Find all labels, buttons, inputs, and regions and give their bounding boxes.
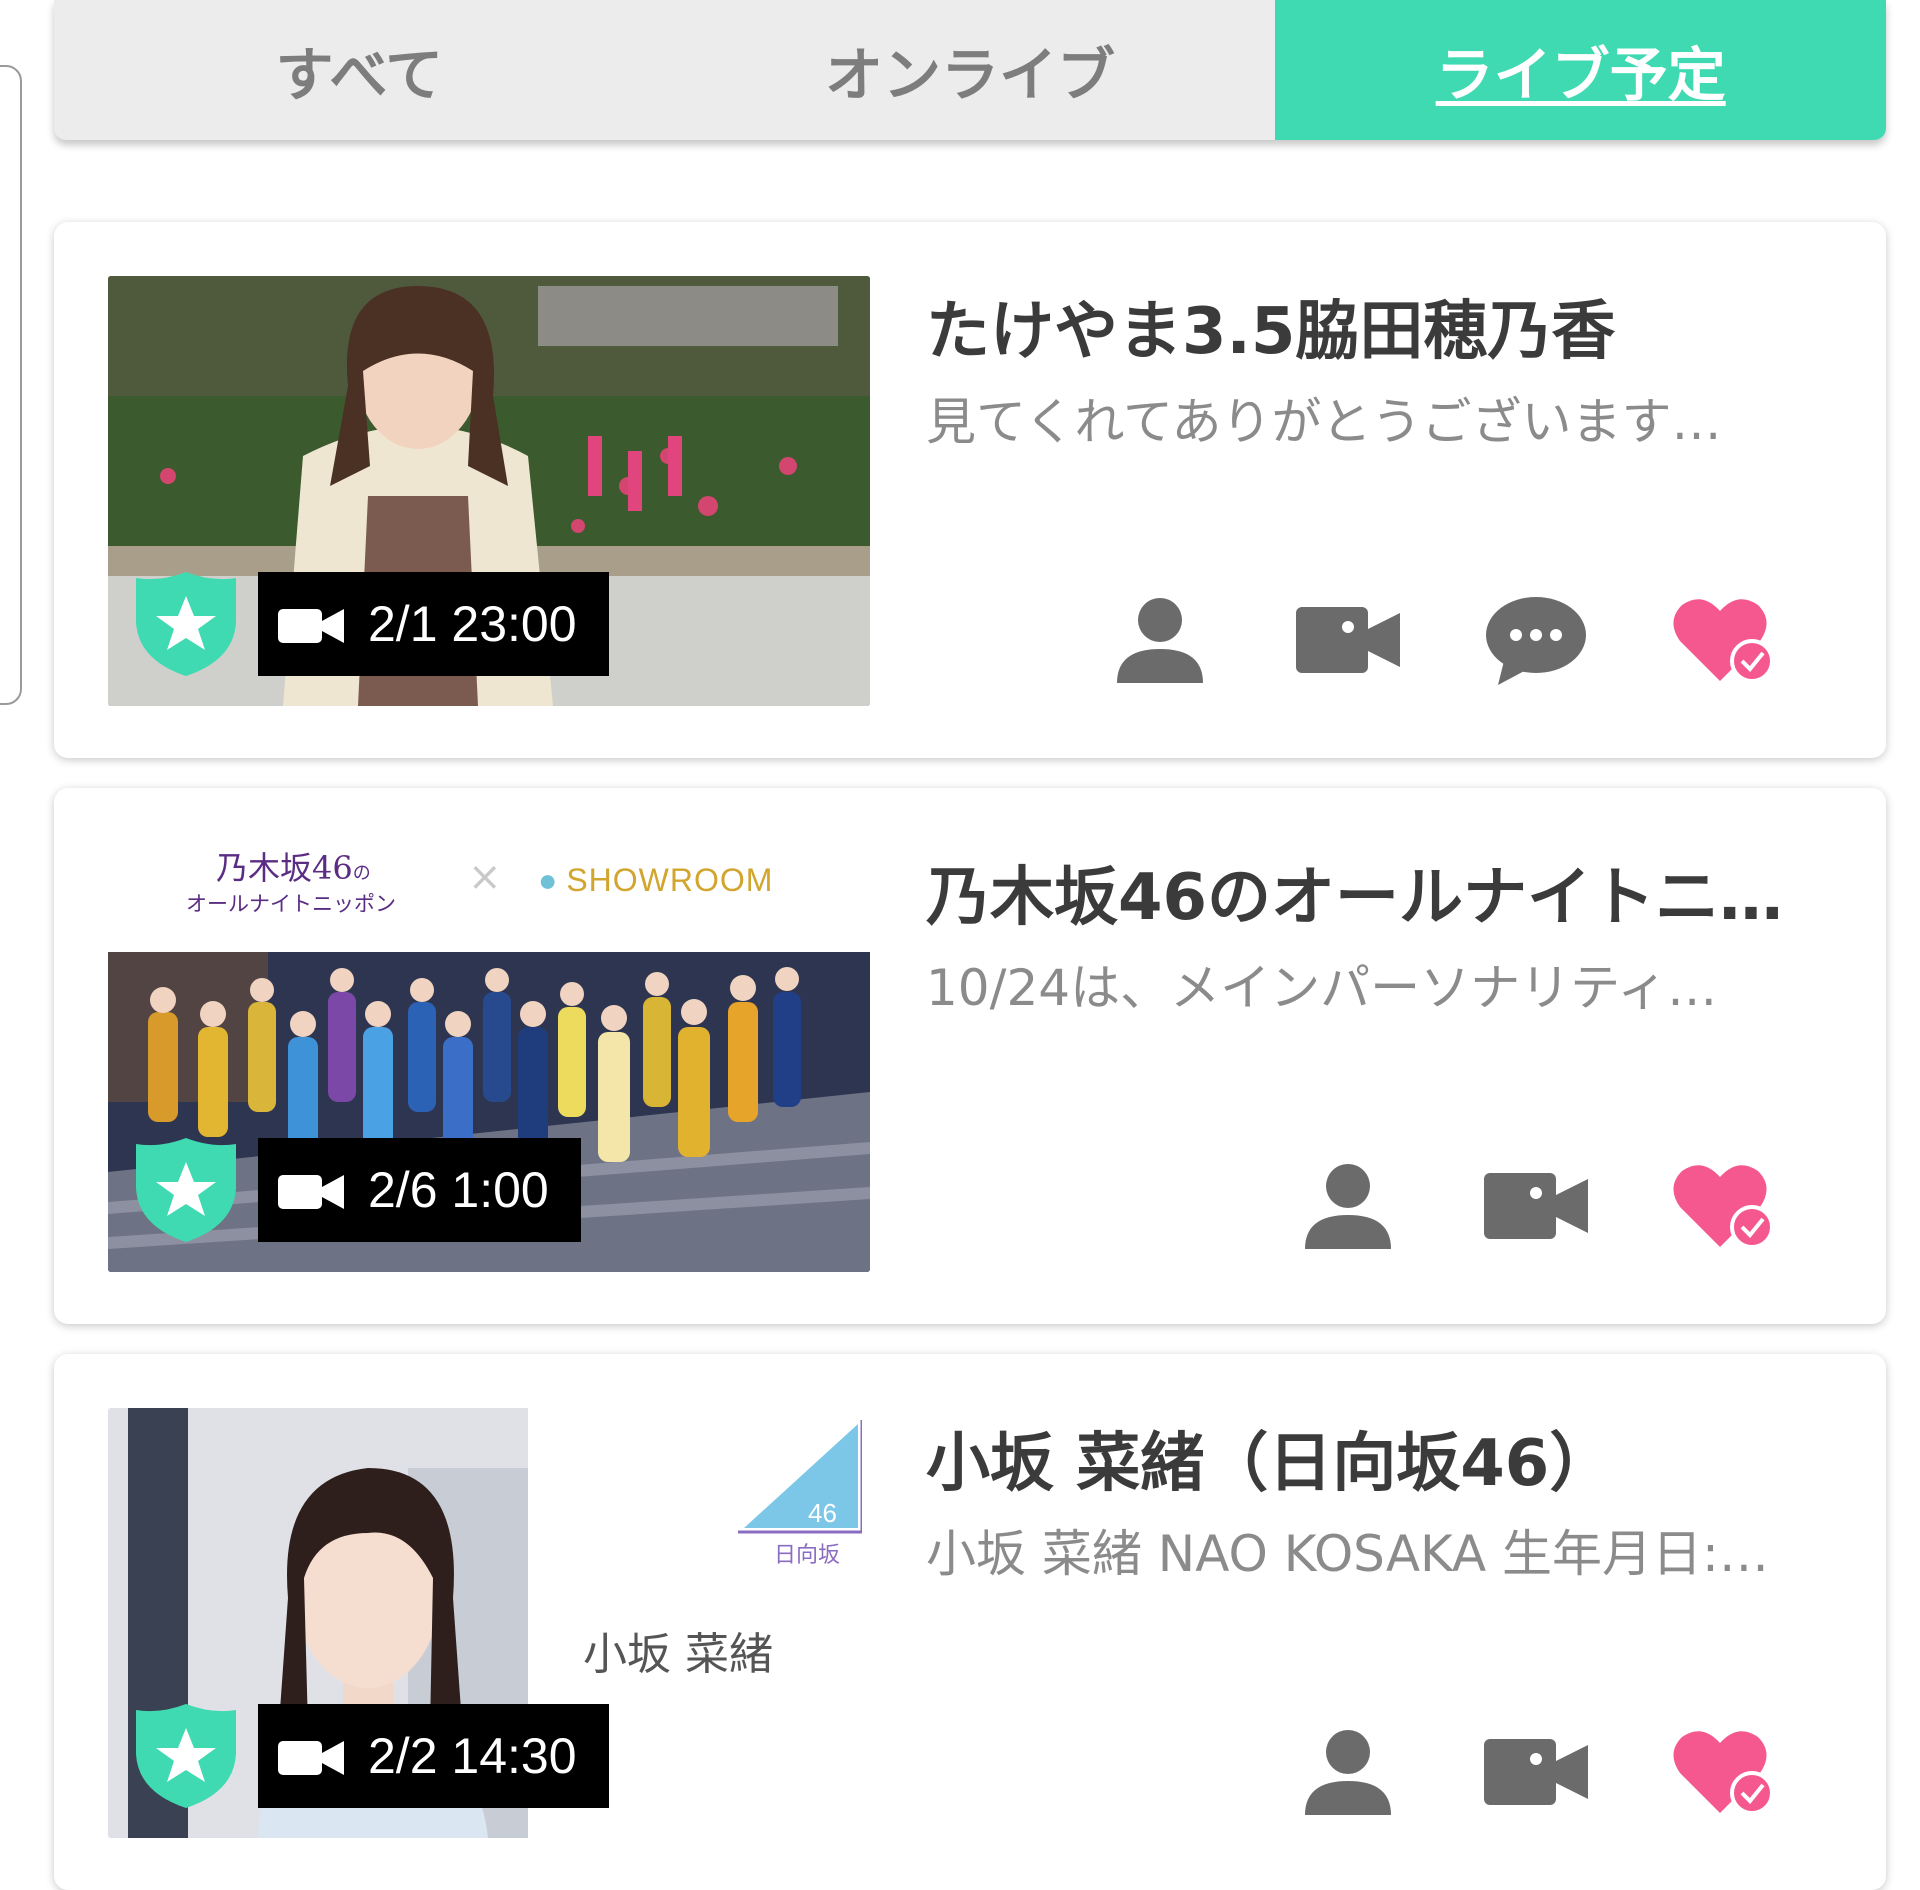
video-camera-icon bbox=[278, 1175, 344, 1209]
card-title[interactable]: 乃木坂46のオールナイトニ… bbox=[926, 846, 1836, 938]
profile-button[interactable] bbox=[1066, 594, 1254, 686]
thumbnail-image[interactable]: 2/1 23:00 bbox=[108, 276, 870, 706]
card-description: 小坂 菜緒 NAO KOSAKA 生年月日:… bbox=[926, 1525, 1769, 1583]
cross-mark: × bbox=[468, 854, 502, 900]
favorite-button[interactable] bbox=[1630, 1160, 1818, 1252]
photo-caption: 小坂 菜緒 bbox=[583, 1629, 773, 1680]
tab-on-live[interactable]: オンライブ bbox=[665, 0, 1276, 140]
favorite-button[interactable] bbox=[1630, 1726, 1818, 1818]
thumbnail-image[interactable]: 小坂 菜緒 46 日向坂 2/2 14:30 bbox=[108, 1408, 870, 1838]
schedule-badge: 2/2 14:30 bbox=[258, 1704, 609, 1808]
heart-check-icon bbox=[1673, 1731, 1774, 1815]
showroom-logo: ● SHOWROOM bbox=[538, 862, 774, 898]
profile-button[interactable] bbox=[1254, 1160, 1442, 1252]
schedule-badge: 2/1 23:00 bbox=[258, 572, 609, 676]
person-icon bbox=[1305, 1730, 1391, 1815]
live-card[interactable]: 小坂 菜緒 46 日向坂 2/2 14:30 小坂 菜緒（日向坂46） 小坂 菜… bbox=[54, 1354, 1886, 1890]
tab-bar: すべて オンライブ ライブ予定 bbox=[54, 0, 1886, 140]
person-icon bbox=[1117, 598, 1203, 683]
person-icon bbox=[1305, 1164, 1391, 1249]
heart-check-icon bbox=[1673, 599, 1774, 683]
card-title[interactable]: たけやま3.5脇田穂乃香 bbox=[926, 280, 1836, 372]
card-description: 見てくれてありがとうございます… bbox=[926, 393, 1722, 451]
video-camera-icon bbox=[1484, 1739, 1588, 1805]
video-camera-icon bbox=[278, 609, 344, 643]
card-description: 10/24は、メインパーソナリティ… bbox=[926, 959, 1718, 1017]
video-button[interactable] bbox=[1442, 1160, 1630, 1252]
star-shield-icon bbox=[136, 572, 236, 676]
program-logo: 乃木坂46の オールナイトニッポン bbox=[186, 849, 396, 916]
hinatazaka-logo: 46 日向坂 bbox=[738, 1420, 862, 1568]
video-camera-icon bbox=[1296, 607, 1400, 673]
video-camera-icon bbox=[278, 1741, 344, 1775]
card-actions bbox=[1254, 1160, 1818, 1252]
chat-bubble-icon bbox=[1486, 597, 1586, 685]
favorite-button[interactable] bbox=[1630, 594, 1818, 686]
heart-check-icon bbox=[1673, 1165, 1774, 1249]
live-card[interactable]: 乃木坂46の オールナイトニッポン × ● SHOWROOM 2/6 1:00 乃… bbox=[54, 788, 1886, 1324]
side-panel-edge bbox=[0, 65, 22, 705]
schedule-time: 2/6 1:00 bbox=[368, 1162, 549, 1218]
profile-button[interactable] bbox=[1254, 1726, 1442, 1818]
card-actions bbox=[1254, 1726, 1818, 1818]
star-shield-icon bbox=[136, 1138, 236, 1242]
schedule-time: 2/2 14:30 bbox=[368, 1728, 577, 1784]
thumbnail-image[interactable]: 乃木坂46の オールナイトニッポン × ● SHOWROOM 2/6 1:00 bbox=[108, 842, 870, 1272]
card-title[interactable]: 小坂 菜緒（日向坂46） bbox=[926, 1412, 1836, 1504]
star-shield-icon bbox=[136, 1704, 236, 1808]
live-card[interactable]: 2/1 23:00 たけやま3.5脇田穂乃香 見てくれてありがとうございます… bbox=[54, 222, 1886, 758]
schedule-time: 2/1 23:00 bbox=[368, 596, 577, 652]
video-button[interactable] bbox=[1442, 1726, 1630, 1818]
svg-text:日向坂: 日向坂 bbox=[774, 1543, 840, 1568]
video-button[interactable] bbox=[1254, 594, 1442, 686]
card-actions bbox=[1066, 594, 1818, 686]
video-camera-icon bbox=[1484, 1173, 1588, 1239]
tab-scheduled[interactable]: ライブ予定 bbox=[1275, 0, 1886, 140]
svg-text:46: 46 bbox=[808, 1498, 837, 1528]
comment-button[interactable] bbox=[1442, 594, 1630, 686]
tab-all[interactable]: すべて bbox=[54, 0, 665, 140]
schedule-badge: 2/6 1:00 bbox=[258, 1138, 581, 1242]
